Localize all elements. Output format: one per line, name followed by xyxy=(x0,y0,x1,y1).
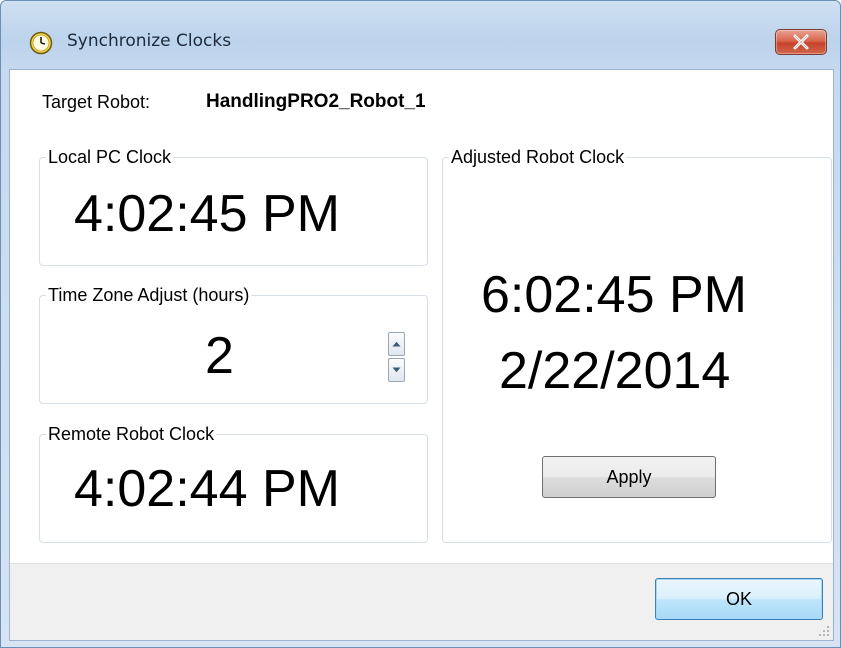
arrow-up-icon xyxy=(392,341,401,347)
local-clock-time: 4:02:45 PM xyxy=(74,185,340,243)
timezone-up-button[interactable] xyxy=(388,332,405,356)
timezone-title: Time Zone Adjust (hours) xyxy=(46,285,252,305)
remote-clock-title: Remote Robot Clock xyxy=(46,424,217,444)
timezone-group: Time Zone Adjust (hours) 2 xyxy=(39,285,428,404)
close-button[interactable] xyxy=(775,29,827,55)
dialog-window: Synchronize Clocks Target Robot: Handlin… xyxy=(0,0,841,648)
adjusted-clock-date: 2/22/2014 xyxy=(499,342,731,400)
window-title: Synchronize Clocks xyxy=(67,31,232,51)
resize-grip-icon[interactable] xyxy=(818,625,830,637)
adjusted-clock-title: Adjusted Robot Clock xyxy=(449,147,627,167)
apply-button[interactable]: Apply xyxy=(542,456,716,498)
close-icon xyxy=(793,34,809,50)
target-robot-label: Target Robot: xyxy=(42,92,151,112)
target-robot-value: HandlingPRO2_Robot_1 xyxy=(206,91,426,112)
clock-icon xyxy=(29,31,53,55)
dialog-client-area: Target Robot: HandlingPRO2_Robot_1 Local… xyxy=(9,69,834,641)
arrow-down-icon xyxy=(392,367,401,373)
adjusted-clock-group: Adjusted Robot Clock 6:02:45 PM 2/22/201… xyxy=(442,147,832,543)
adjusted-clock-time: 6:02:45 PM xyxy=(481,266,747,324)
remote-clock-time: 4:02:44 PM xyxy=(74,460,340,518)
title-bar[interactable]: Synchronize Clocks xyxy=(1,1,840,69)
local-clock-group: Local PC Clock 4:02:45 PM xyxy=(39,147,428,266)
timezone-value[interactable]: 2 xyxy=(205,330,234,382)
ok-button[interactable]: OK xyxy=(655,578,823,620)
local-clock-title: Local PC Clock xyxy=(46,147,174,167)
remote-clock-group: Remote Robot Clock 4:02:44 PM xyxy=(39,424,428,543)
timezone-down-button[interactable] xyxy=(388,358,405,382)
dialog-footer: OK xyxy=(10,563,833,640)
